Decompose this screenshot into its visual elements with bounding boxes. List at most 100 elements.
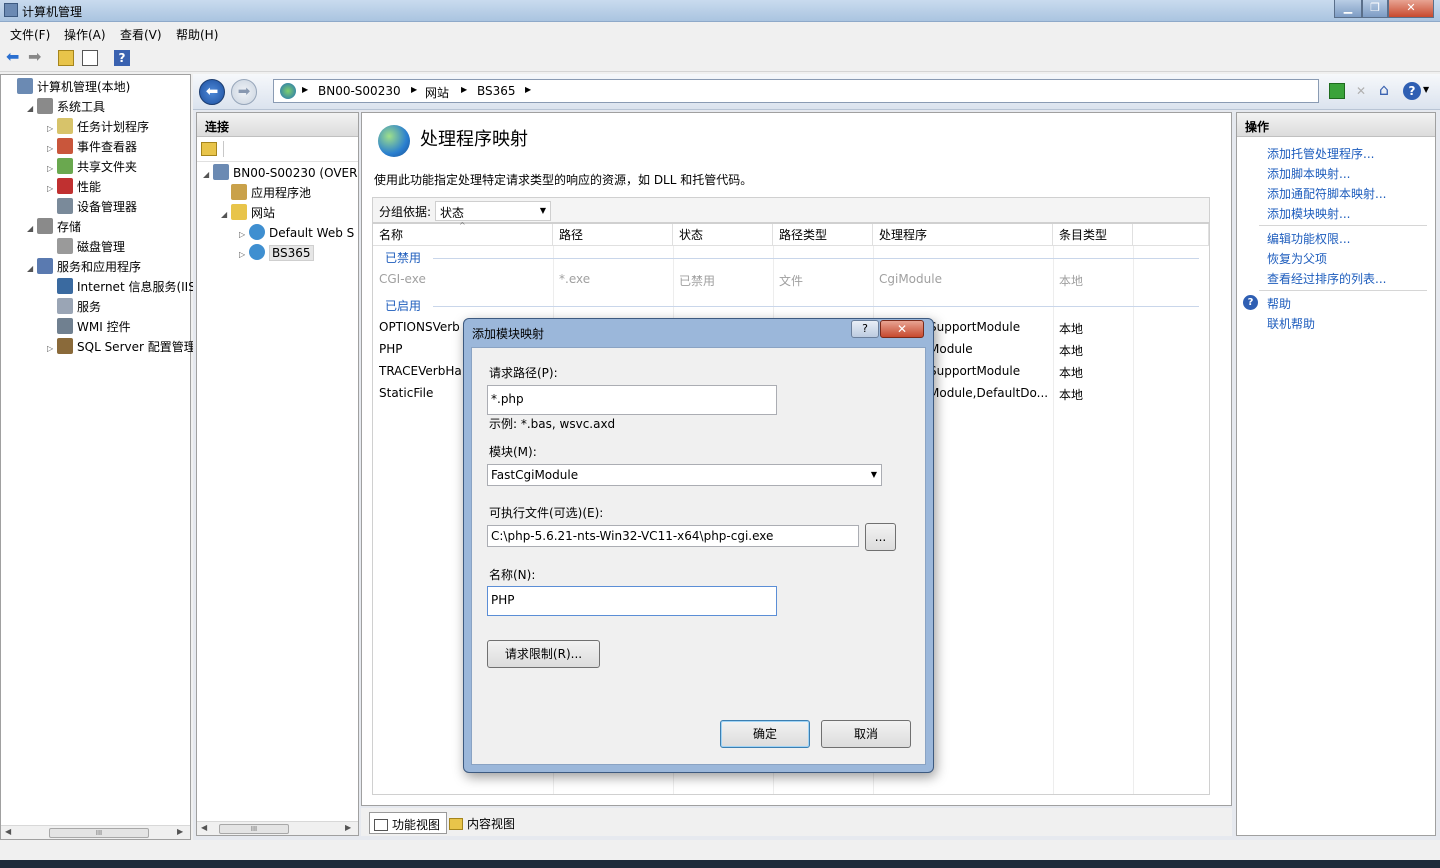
tree-expander-icon[interactable]: ▷ — [47, 139, 57, 159]
tree-horizontal-scrollbar[interactable]: ◀ III ▶ — [1, 825, 190, 839]
address-box[interactable]: ▶ BN00-S00230 ▶ 网站 ▶ BS365 ▶ — [273, 79, 1319, 103]
menu-file[interactable]: 文件(F) — [10, 26, 50, 43]
action-add-wildcard-script-map[interactable]: 添加通配符脚本映射... — [1267, 185, 1386, 202]
breadcrumb-server[interactable]: BN00-S00230 — [318, 84, 401, 98]
help-icon[interactable]: ? — [114, 50, 130, 66]
column-header[interactable]: 处理程序 — [873, 224, 1053, 246]
tree-item[interactable]: ◢ 系统工具 — [3, 97, 189, 117]
tree-expander-icon[interactable]: ◢ — [27, 259, 37, 279]
tree-item[interactable]: 磁盘管理 — [3, 237, 189, 257]
group-by-select[interactable]: 状态 ▼ — [435, 201, 551, 221]
tree-item[interactable]: ◢ 服务和应用程序 — [3, 257, 189, 277]
action-revert-to-parent[interactable]: 恢复为父项 — [1267, 250, 1327, 267]
action-add-script-map[interactable]: 添加脚本映射... — [1267, 165, 1350, 182]
refresh-icon[interactable] — [1329, 83, 1345, 99]
action-view-ordered-list[interactable]: 查看经过排序的列表... — [1267, 270, 1386, 287]
tree-expander-icon[interactable]: ◢ — [203, 165, 213, 185]
tree-item[interactable]: ◢ 存储 — [3, 217, 189, 237]
tree-expander-icon[interactable]: ▷ — [47, 119, 57, 139]
scroll-right-icon[interactable]: ▶ — [345, 823, 351, 832]
tree-expander-icon[interactable]: ◢ — [27, 219, 37, 239]
group-header-enabled[interactable]: 已启用 — [385, 297, 421, 314]
menu-help[interactable]: 帮助(H) — [176, 26, 218, 43]
tree-item[interactable]: Internet 信息服务(IIS)管 — [3, 277, 213, 297]
server-icon — [213, 164, 229, 180]
dialog-close-button[interactable]: ✕ — [880, 320, 924, 338]
minimize-button[interactable]: ▁ — [1334, 0, 1362, 18]
dialog-title: 添加模块映射 — [472, 327, 545, 341]
executable-input[interactable]: C:\php-5.6.21-nts-Win32-VC11-x64\php-cgi… — [487, 525, 859, 547]
request-restrictions-button[interactable]: 请求限制(R)... — [487, 640, 600, 668]
tree-expander-icon[interactable]: ▷ — [239, 245, 249, 265]
ok-button[interactable]: 确定 — [720, 720, 810, 748]
tree-item[interactable]: ▷ 共享文件夹 — [3, 157, 189, 177]
breadcrumb-arrow-icon[interactable]: ▶ — [411, 85, 417, 94]
forward-button-icon[interactable]: ➡ — [231, 79, 257, 105]
action-add-module-mapping[interactable]: 添加模块映射... — [1267, 205, 1350, 222]
connection-item[interactable]: 应用程序池 — [201, 183, 359, 203]
scroll-thumb[interactable]: III — [219, 824, 289, 834]
tab-features-view[interactable]: 功能视图 — [369, 812, 448, 834]
back-button-icon[interactable]: ⬅ — [199, 79, 225, 105]
maximize-button[interactable]: ❐ — [1362, 0, 1388, 18]
menu-action[interactable]: 操作(A) — [64, 26, 106, 43]
tree-item[interactable]: 计算机管理(本地) — [3, 77, 189, 97]
group-header-disabled[interactable]: 已禁用 — [385, 249, 421, 266]
tree-item[interactable]: WMI 控件 — [3, 317, 189, 337]
breadcrumb-arrow-icon[interactable]: ▶ — [525, 85, 531, 94]
up-folder-icon[interactable] — [58, 50, 74, 66]
breadcrumb-sites[interactable]: 网站 — [425, 84, 449, 101]
breadcrumb-site[interactable]: BS365 — [477, 84, 516, 98]
tree-expander-icon[interactable]: ▷ — [47, 179, 57, 199]
tree-item[interactable]: 服务 — [3, 297, 189, 317]
tree-expander-icon[interactable]: ◢ — [27, 99, 37, 119]
connection-item[interactable]: ◢ 网站 — [201, 203, 359, 223]
tree-item[interactable]: ▷ 性能 — [3, 177, 189, 197]
tree-expander-icon[interactable]: ▷ — [47, 159, 57, 179]
tree-item[interactable]: ▷ 事件查看器 — [3, 137, 189, 157]
scroll-left-icon[interactable]: ◀ — [201, 823, 207, 832]
request-path-input[interactable]: *.php — [487, 385, 777, 415]
action-online-help[interactable]: 联机帮助 — [1267, 315, 1315, 332]
column-header[interactable]: 条目类型 — [1053, 224, 1133, 246]
connection-item[interactable]: ▷ BS365 — [201, 243, 359, 263]
name-input[interactable]: PHP — [487, 586, 777, 616]
action-edit-feature-permissions[interactable]: 编辑功能权限... — [1267, 230, 1350, 247]
tree-expander-icon[interactable]: ▷ — [47, 339, 57, 359]
close-window-button[interactable]: ✕ — [1388, 0, 1434, 18]
column-header[interactable]: 路径类型 — [773, 224, 873, 246]
connections-horizontal-scrollbar[interactable]: ◀ III ▶ — [197, 821, 358, 835]
stop-icon[interactable]: ✕ — [1353, 83, 1369, 99]
cancel-button[interactable]: 取消 — [821, 720, 911, 748]
column-header[interactable]: 路径 — [553, 224, 673, 246]
action-add-managed-handler[interactable]: 添加托管处理程序... — [1267, 145, 1374, 162]
tab-content-view[interactable]: 内容视图 — [445, 812, 521, 834]
chevron-down-icon[interactable]: ▼ — [1423, 85, 1429, 94]
column-header-filler — [1133, 224, 1209, 246]
connection-item[interactable]: ◢ BN00-S00230 (OVER — [201, 163, 359, 183]
column-header[interactable]: 状态 — [673, 224, 773, 246]
scroll-right-icon[interactable]: ▶ — [177, 827, 183, 836]
browse-button[interactable]: ... — [865, 523, 896, 551]
module-select[interactable]: FastCgiModule ▼ — [487, 464, 882, 486]
menu-view[interactable]: 查看(V) — [120, 26, 162, 43]
tree-expander-icon[interactable]: ▷ — [239, 225, 249, 245]
home-icon[interactable]: ⌂ — [1375, 81, 1393, 99]
breadcrumb-arrow-icon[interactable]: ▶ — [461, 85, 467, 94]
action-help[interactable]: 帮助 — [1267, 295, 1291, 312]
tree-item[interactable]: ▷ 任务计划程序 — [3, 117, 189, 137]
back-arrow-icon[interactable]: ⬅ — [6, 49, 22, 66]
dialog-help-button[interactable]: ? — [851, 320, 879, 338]
breadcrumb-arrow-icon[interactable]: ▶ — [302, 85, 308, 94]
tree-item[interactable]: ▷ SQL Server 配置管理器 — [3, 337, 208, 359]
help-icon[interactable]: ? — [1403, 82, 1421, 100]
tree-item[interactable]: 设备管理器 — [3, 197, 189, 217]
show-hide-tree-icon[interactable] — [82, 50, 98, 66]
forward-arrow-icon[interactable]: ➡ — [28, 49, 44, 66]
scroll-left-icon[interactable]: ◀ — [5, 827, 11, 836]
table-cell: TRACEVerbHa — [379, 364, 462, 378]
scroll-thumb[interactable]: III — [49, 828, 149, 838]
tree-expander-icon[interactable]: ◢ — [221, 205, 231, 225]
connection-item[interactable]: ▷ Default Web S — [201, 223, 359, 243]
create-connection-icon[interactable] — [201, 142, 217, 156]
